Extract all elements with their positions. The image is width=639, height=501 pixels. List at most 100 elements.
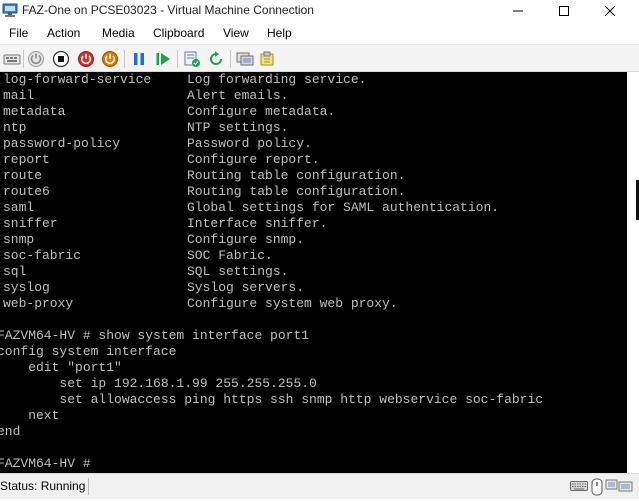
lock-icon [591,478,603,501]
output-text: config system interface [0,344,177,359]
config-list-row: route6 Routing table configuration. [0,184,627,200]
config-name: snmp [3,232,35,247]
host-window-edge [627,72,639,473]
output-text: end [0,424,21,439]
toolbar-separator [230,50,231,68]
save-state-button[interactable] [101,50,119,68]
config-list-row: web-proxy Configure system web proxy. [0,296,627,312]
menu-action[interactable]: Action [47,26,80,40]
config-list-row: snmp Configure snmp. [0,232,627,248]
config-name: report [3,152,50,167]
close-button[interactable] [587,0,633,22]
config-list-row: ntp NTP settings. [0,120,627,136]
keyboard-icon [570,478,588,499]
stop-icon [52,50,70,68]
menu-view[interactable]: View [223,26,249,40]
config-description: SOC Fabric. [187,248,273,263]
config-name: syslog [3,280,50,295]
vm-connection-app-icon [2,2,18,18]
config-name: password-policy [3,136,121,151]
config-list-row: log-forward-service Log forwarding servic… [0,72,627,88]
config-name: log-forward-service [3,72,152,87]
maximize-button[interactable] [541,0,587,22]
config-list-row: soc-fabric SOC Fabric. [0,248,627,264]
output-line: end [0,424,627,440]
prompt-command: FAZVM64-HV # show system interface port1 [0,328,310,343]
enhanced-session-icon [605,478,633,499]
window-title: FAZ-One on PCSE03023 - Virtual Machine C… [22,3,314,17]
minimize-button[interactable] [495,0,541,22]
console-output: log-forward-service Log forwarding servic… [0,72,627,472]
output-line: set allowaccess ping https ssh snmp http… [0,392,627,408]
config-description: Interface sniffer. [187,216,328,231]
share-icon [260,51,274,66]
menu-clipboard[interactable]: Clipboard [153,26,204,40]
config-description: Routing table configuration. [187,184,406,199]
config-list-row: syslog Syslog servers. [0,280,627,296]
final-prompt: FAZVM64-HV # [0,456,91,471]
config-list-row: password-policy Password policy. [0,136,627,152]
config-name: metadata [3,104,66,119]
config-name: sniffer [3,216,58,231]
config-name: mail [3,88,35,103]
close-icon [605,6,615,16]
revert-button[interactable] [207,50,225,68]
enhanced-session-button[interactable] [236,50,254,68]
checkpoint-icon [184,51,200,67]
checkpoint-button[interactable] [183,50,201,68]
title-bar[interactable]: FAZ-One on PCSE03023 - Virtual Machine C… [0,0,639,22]
pause-button[interactable] [130,50,148,68]
minimize-icon [513,10,523,12]
config-list-row: saml Global settings for SAML authenticat… [0,200,627,216]
menu-help[interactable]: Help [267,26,292,40]
share-button[interactable] [259,50,277,68]
config-description: Global settings for SAML authentication. [187,200,500,215]
config-description: Log forwarding service. [187,72,367,87]
start-icon [28,51,44,67]
config-list-row: metadata Configure metadata. [0,104,627,120]
config-name: saml [3,200,35,215]
config-description: Configure metadata. [187,104,336,119]
output-line: edit "port1" [0,360,627,376]
config-name: web-proxy [3,296,74,311]
toolbar-separator [23,50,24,68]
config-name: soc-fabric [3,248,82,263]
menu-file[interactable]: File [9,26,28,40]
menu-bar: File Action Media Clipboard View Help [0,22,639,44]
monitor-icon [236,52,254,66]
ctrl-alt-del-button[interactable] [3,50,21,68]
vm-status-text: Status: Running [0,479,86,493]
shut-down-button[interactable] [77,50,95,68]
config-list-row: sql SQL settings. [0,264,627,280]
toolbar-separator [177,50,178,68]
power-icon [102,51,118,67]
pause-icon [134,53,144,65]
maximize-icon [559,6,569,16]
config-description: Password policy. [187,136,312,151]
start-button[interactable] [27,50,45,68]
config-description: Alert emails. [187,88,289,103]
config-name: route6 [3,184,50,199]
output-text: set ip 192.168.1.99 255.255.255.0 [0,376,317,391]
turn-off-button[interactable] [52,50,70,68]
status-bar: Status: Running [0,473,639,499]
config-description: Configure report. [187,152,320,167]
config-list-row: sniffer Interface sniffer. [0,216,627,232]
vm-console-screen[interactable]: log-forward-service Log forwarding servic… [0,72,627,473]
config-list-row: report Configure report. [0,152,627,168]
menu-media[interactable]: Media [102,26,135,40]
config-description: SQL settings. [187,264,289,279]
output-line: next [0,408,627,424]
status-separator [88,478,89,495]
resume-button[interactable] [154,50,172,68]
ctrl-alt-del-icon [3,54,21,65]
config-list-row: mail Alert emails. [0,88,627,104]
config-description: Routing table configuration. [187,168,406,183]
config-name: sql [3,264,27,279]
output-text: set allowaccess ping https ssh snmp http… [0,392,544,407]
toolbar [0,44,639,72]
revert-icon [210,51,222,65]
config-description: Syslog servers. [187,280,305,295]
config-description: NTP settings. [187,120,289,135]
